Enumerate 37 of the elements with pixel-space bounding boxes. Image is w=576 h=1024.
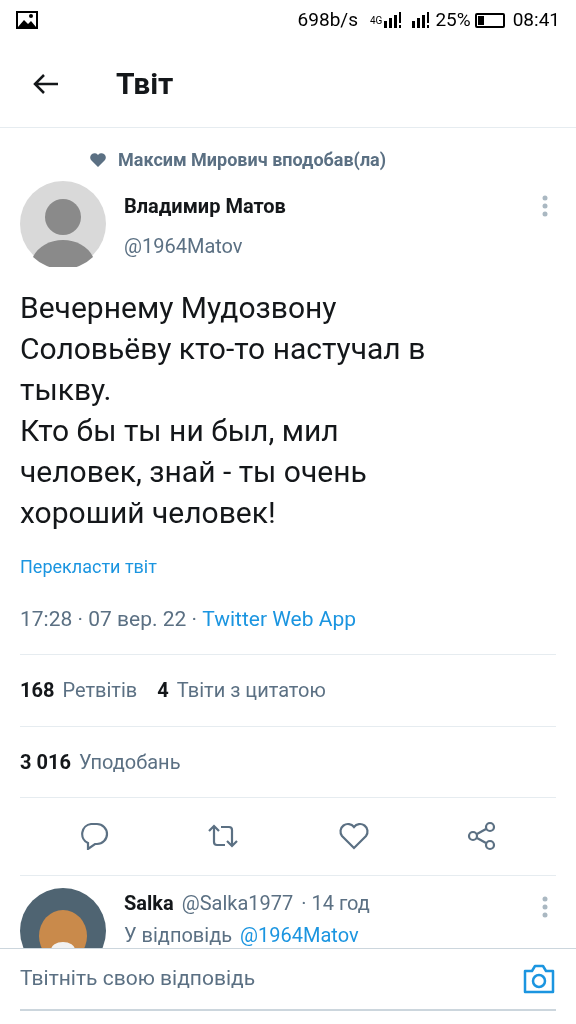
tweet-timestamp: 17:28 · 07 вер. 22 · xyxy=(20,607,198,631)
camera-icon[interactable] xyxy=(522,963,556,995)
image-icon xyxy=(16,11,38,29)
reply-input[interactable]: Твітніть свою відповідь xyxy=(20,963,522,995)
page-title: Твіт xyxy=(116,65,174,103)
heart-icon[interactable] xyxy=(337,822,370,850)
network-speed: 698b/s xyxy=(297,6,358,33)
translate-link[interactable]: Перекласти твіт xyxy=(20,553,157,580)
reply-to-text: У відповідь xyxy=(124,921,233,948)
retweet-icon[interactable] xyxy=(206,823,241,849)
heart-icon xyxy=(90,152,106,167)
battery-percent: 25% xyxy=(435,6,471,33)
share-icon[interactable] xyxy=(467,821,498,851)
stat-count: 168 xyxy=(20,677,55,704)
avatar[interactable] xyxy=(20,181,106,267)
author-handle[interactable]: @1964Matov xyxy=(124,231,542,261)
network-type: 4G xyxy=(369,13,383,28)
clock: 08:41 xyxy=(512,6,560,33)
battery-icon xyxy=(474,12,505,28)
stat-label[interactable]: Ретвітів xyxy=(62,675,138,705)
stat-label[interactable]: Твіти з цитатою xyxy=(176,675,326,705)
author-name[interactable]: Владимир Матов xyxy=(124,191,542,221)
back-arrow-icon[interactable] xyxy=(32,71,60,96)
liked-by-text: Максим Мирович вподобав(ла) xyxy=(118,148,387,172)
stat-count: 3 016 xyxy=(20,748,71,776)
reply-handle[interactable]: @Salka1977 xyxy=(181,887,294,918)
tweet-text: Вечернему Мудозвону Соловьёву кто-то настучал в тыкву. xyxy=(20,289,427,409)
reply-author[interactable]: Salka xyxy=(124,887,174,918)
reply-time: · 14 год xyxy=(301,889,370,917)
reply-icon[interactable] xyxy=(78,822,109,850)
mention-link[interactable]: @1964Matov xyxy=(240,919,359,948)
signal-icon xyxy=(411,12,432,28)
source-link[interactable]: Twitter Web App xyxy=(202,607,356,631)
stat-count: 4 xyxy=(157,677,169,704)
tweet-text: Кто бы ты ни был, мил человек, знай - ты очень хороший человек! xyxy=(20,412,368,532)
stat-label[interactable]: Уподобань xyxy=(78,746,181,777)
signal-icon xyxy=(383,12,404,28)
